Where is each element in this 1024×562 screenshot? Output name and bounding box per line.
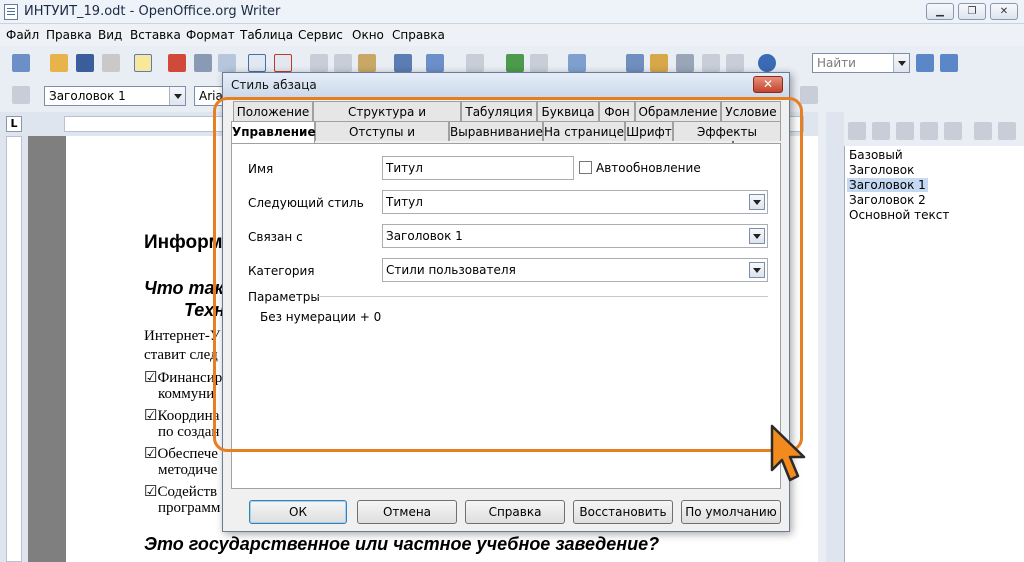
menu-file[interactable]: Файл (6, 28, 39, 42)
highlight-color-icon[interactable] (800, 86, 818, 104)
paragraph-styles-icon[interactable] (848, 122, 866, 140)
character-styles-icon[interactable] (872, 122, 890, 140)
vertical-ruler-scale[interactable] (6, 136, 22, 562)
doc-bullet: ☑Финансир (144, 370, 223, 386)
doc-bullet-cont: по создан (158, 424, 220, 440)
redo-icon[interactable] (466, 54, 484, 72)
dialog-close-button[interactable]: ✕ (753, 76, 783, 93)
draw-functions-icon[interactable] (568, 54, 586, 72)
menu-help[interactable]: Справка (392, 28, 445, 42)
style-item[interactable]: Заголовок 2 (849, 193, 926, 207)
menu-view[interactable]: Вид (98, 28, 122, 42)
format-paintbrush-icon[interactable] (394, 54, 412, 72)
styles-formatting-icon[interactable] (12, 86, 30, 104)
style-item[interactable]: Основной текст (849, 208, 949, 222)
ok-button[interactable]: ОК (249, 500, 347, 524)
doc-paragraph: Интернет-У (144, 328, 221, 344)
undo-icon[interactable] (426, 54, 444, 72)
window-titlebar: ИНТУИТ_19.odt - OpenOffice.org Writer ▁ … (0, 0, 1024, 24)
menu-window[interactable]: Окно (352, 28, 384, 42)
arrow-down-icon[interactable] (916, 54, 934, 72)
dialog-title: Стиль абзаца (231, 78, 317, 92)
page-styles-icon[interactable] (920, 122, 938, 140)
help-button[interactable]: Справка (465, 500, 565, 524)
cut-icon[interactable] (310, 54, 328, 72)
menu-bar: Файл Правка Вид Вставка Формат Таблица С… (0, 24, 1024, 46)
vertical-ruler (0, 136, 28, 562)
doc-heading: Информ (144, 232, 223, 253)
menu-format[interactable]: Формат (186, 28, 235, 42)
table-icon[interactable] (530, 54, 548, 72)
chevron-down-icon[interactable] (169, 87, 185, 105)
menu-edit[interactable]: Правка (46, 28, 92, 42)
copy-icon[interactable] (334, 54, 352, 72)
menu-insert[interactable]: Вставка (130, 28, 181, 42)
open-folder-icon[interactable] (50, 54, 68, 72)
save-icon[interactable] (76, 54, 94, 72)
tab-stop-selector[interactable]: L (6, 116, 22, 132)
doc-bullet: ☑Содейств (144, 484, 218, 500)
paragraph-style-select[interactable]: Заголовок 1 (44, 86, 186, 106)
style-item-selected[interactable]: Заголовок 1 (847, 178, 928, 192)
arrow-up-icon[interactable] (940, 54, 958, 72)
doc-bullet: ☑Обеспече (144, 446, 218, 462)
hyperlink-icon[interactable] (506, 54, 524, 72)
menu-tools[interactable]: Сервис (298, 28, 343, 42)
print-preview-icon[interactable] (218, 54, 236, 72)
help-icon[interactable] (758, 54, 776, 72)
style-item[interactable]: Базовый (849, 148, 903, 162)
close-window-button[interactable]: ✕ (990, 3, 1018, 20)
doc-subheading-1: Что так (144, 278, 224, 298)
print-icon[interactable] (194, 54, 212, 72)
styles-pane: Базовый Заголовок Заголовок 1 Заголовок … (818, 112, 1024, 562)
email-icon[interactable] (102, 54, 120, 72)
gallery-icon[interactable] (650, 54, 668, 72)
navigator-icon[interactable] (626, 54, 644, 72)
style-item[interactable]: Заголовок (849, 163, 914, 177)
spellcheck-icon[interactable] (248, 54, 266, 72)
nonprinting-chars-icon[interactable] (702, 54, 720, 72)
doc-paragraph: ставит след (144, 347, 218, 363)
doc-bottom-heading: Это государственное или частное учебное … (144, 534, 660, 554)
standard-button[interactable]: По умолчанию (681, 500, 781, 524)
zoom-icon[interactable] (726, 54, 744, 72)
menu-table[interactable]: Таблица (240, 28, 293, 42)
export-pdf-icon[interactable] (168, 54, 186, 72)
highlight-frame (213, 97, 803, 452)
edit-mode-icon[interactable] (134, 54, 152, 72)
new-document-icon[interactable] (12, 54, 30, 72)
mouse-pointer-icon (770, 424, 806, 482)
paste-icon[interactable] (358, 54, 376, 72)
autospellcheck-icon[interactable] (274, 54, 292, 72)
fill-format-icon[interactable] (974, 122, 992, 140)
window-title: ИНТУИТ_19.odt - OpenOffice.org Writer (24, 4, 281, 19)
new-style-icon[interactable] (998, 122, 1016, 140)
minimize-button[interactable]: ▁ (926, 3, 954, 20)
pane-splitter[interactable] (826, 112, 844, 562)
writer-document-icon (4, 4, 18, 20)
doc-bullet-cont: коммуни (158, 386, 215, 402)
cancel-button[interactable]: Отмена (357, 500, 457, 524)
doc-bullet-cont: программ (158, 500, 221, 516)
dialog-titlebar: Стиль абзаца ✕ (223, 73, 789, 97)
chevron-down-icon[interactable] (893, 54, 909, 72)
reset-button[interactable]: Восстановить (573, 500, 673, 524)
styles-list: Базовый Заголовок Заголовок 1 Заголовок … (844, 146, 1024, 562)
doc-bullet-cont: методиче (158, 462, 218, 478)
maximize-button[interactable]: ❐ (958, 3, 986, 20)
data-sources-icon[interactable] (676, 54, 694, 72)
doc-bullet: ☑Координа (144, 408, 220, 424)
list-styles-icon[interactable] (944, 122, 962, 140)
frame-styles-icon[interactable] (896, 122, 914, 140)
find-input[interactable]: Найти (812, 53, 910, 73)
